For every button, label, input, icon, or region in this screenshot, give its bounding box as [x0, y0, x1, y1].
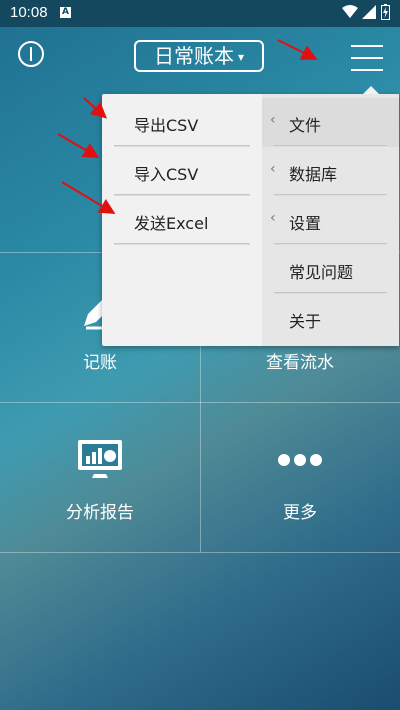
annotation-arrow: [57, 39, 318, 215]
